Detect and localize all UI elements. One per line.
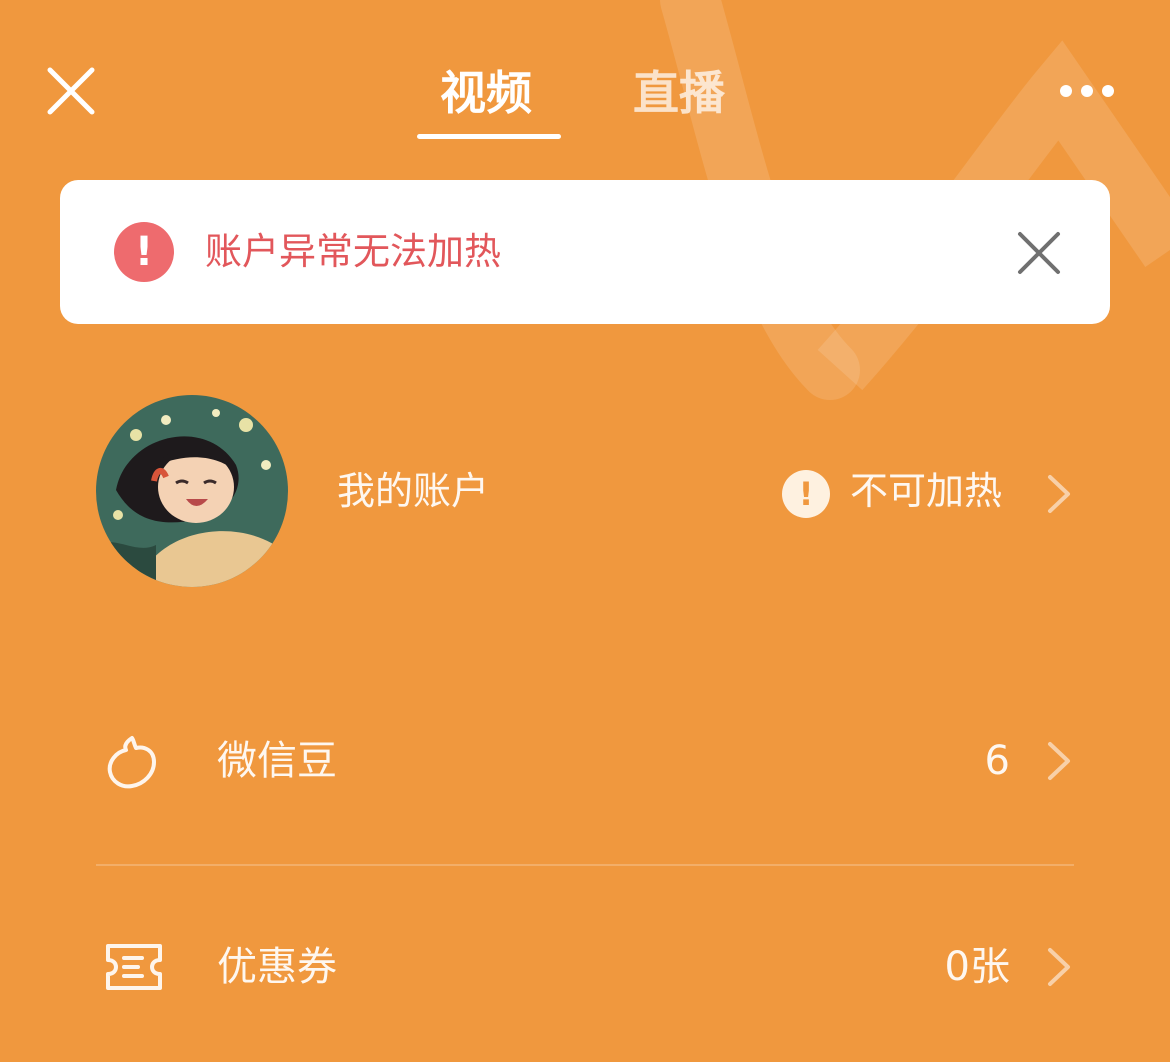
tab-video[interactable]: 视频	[440, 58, 532, 128]
avatar	[96, 395, 288, 587]
wechat-bean-value: 6	[984, 738, 1010, 784]
alert-banner: ! 账户异常无法加热	[60, 180, 1110, 324]
alert-message: 账户异常无法加热	[205, 230, 501, 273]
wechat-bean-icon	[107, 736, 156, 789]
more-button[interactable]	[1058, 76, 1116, 106]
divider	[96, 864, 1074, 866]
coupon-row[interactable]: 优惠券 0张	[96, 912, 1076, 1022]
active-tab-indicator	[417, 134, 561, 139]
close-icon	[47, 67, 95, 115]
account-title: 我的账户	[337, 469, 490, 513]
account-status: 不可加热	[850, 469, 1003, 513]
wechat-bean-label: 微信豆	[217, 738, 337, 784]
more-icon	[1060, 85, 1114, 97]
wechat-bean-row[interactable]: 微信豆 6	[96, 706, 1076, 816]
chevron-right-icon	[1048, 948, 1070, 986]
alert-close-button[interactable]	[1016, 230, 1062, 276]
chevron-right-icon	[1048, 742, 1070, 780]
coupon-value: 0张	[944, 944, 1010, 990]
coupon-label: 优惠券	[217, 944, 337, 990]
tab-live[interactable]: 直播	[633, 58, 725, 128]
close-icon	[1018, 232, 1060, 274]
warning-icon: !	[114, 222, 174, 282]
account-row[interactable]: 我的账户 ! 不可加热	[96, 395, 1076, 587]
chevron-right-icon	[1048, 475, 1070, 513]
warning-icon: !	[782, 470, 830, 518]
coupon-icon	[106, 944, 162, 990]
close-button[interactable]	[46, 66, 96, 116]
